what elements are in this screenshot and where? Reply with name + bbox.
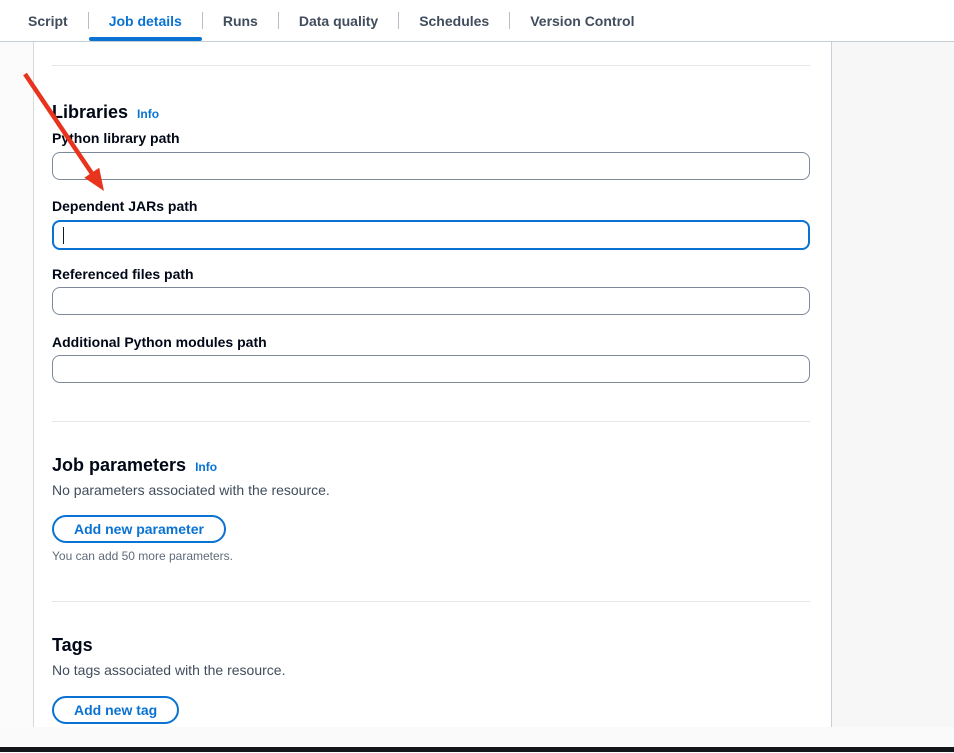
tab-runs[interactable]: Runs — [203, 0, 278, 42]
python-library-path-input[interactable] — [52, 152, 810, 180]
section-divider — [52, 65, 810, 66]
tab-schedules[interactable]: Schedules — [399, 0, 509, 42]
libraries-title: Libraries — [52, 102, 128, 123]
dependent-jars-path-label: Dependent JARs path — [52, 198, 197, 214]
tags-empty-text: No tags associated with the resource. — [52, 662, 285, 678]
page-bottom-background — [0, 727, 954, 747]
glue-job-details-page: Script Job details Runs Data quality Sch… — [0, 0, 954, 753]
tab-label: Runs — [223, 13, 258, 29]
add-new-parameter-button[interactable]: Add new parameter — [52, 515, 226, 543]
section-divider — [52, 421, 810, 422]
left-panel-edge — [0, 42, 34, 727]
job-parameters-title: Job parameters — [52, 455, 186, 476]
job-parameters-section-header: Job parameters Info — [52, 455, 217, 476]
tab-label: Version Control — [530, 13, 634, 29]
additional-python-modules-path-input[interactable] — [52, 355, 810, 383]
tab-data-quality[interactable]: Data quality — [279, 0, 398, 42]
tab-version-control[interactable]: Version Control — [510, 0, 654, 42]
tags-title: Tags — [52, 635, 93, 656]
tab-job-details[interactable]: Job details — [89, 0, 202, 42]
referenced-files-path-label: Referenced files path — [52, 266, 194, 282]
dependent-jars-path-input[interactable] — [52, 220, 810, 250]
window-bottom-edge — [0, 747, 954, 752]
tab-bar: Script Job details Runs Data quality Sch… — [0, 0, 954, 42]
referenced-files-path-input[interactable] — [52, 287, 810, 315]
tab-script[interactable]: Script — [8, 0, 88, 42]
tab-label: Schedules — [419, 13, 489, 29]
active-tab-underline — [89, 37, 202, 41]
job-parameters-empty-text: No parameters associated with the resour… — [52, 482, 330, 498]
job-parameters-info-link[interactable]: Info — [195, 460, 217, 474]
tab-label: Script — [28, 13, 68, 29]
tab-label: Data quality — [299, 13, 378, 29]
libraries-info-link[interactable]: Info — [137, 107, 159, 121]
collapsed-side-panel — [831, 42, 954, 727]
section-divider — [52, 601, 810, 602]
python-library-path-label: Python library path — [52, 130, 180, 146]
add-new-tag-button[interactable]: Add new tag — [52, 696, 179, 724]
tags-section-header: Tags — [52, 635, 93, 656]
text-cursor — [63, 227, 64, 244]
additional-python-modules-path-label: Additional Python modules path — [52, 334, 267, 350]
tab-label: Job details — [109, 13, 182, 29]
libraries-section-header: Libraries Info — [52, 102, 159, 123]
parameters-limit-hint: You can add 50 more parameters. — [52, 549, 233, 563]
